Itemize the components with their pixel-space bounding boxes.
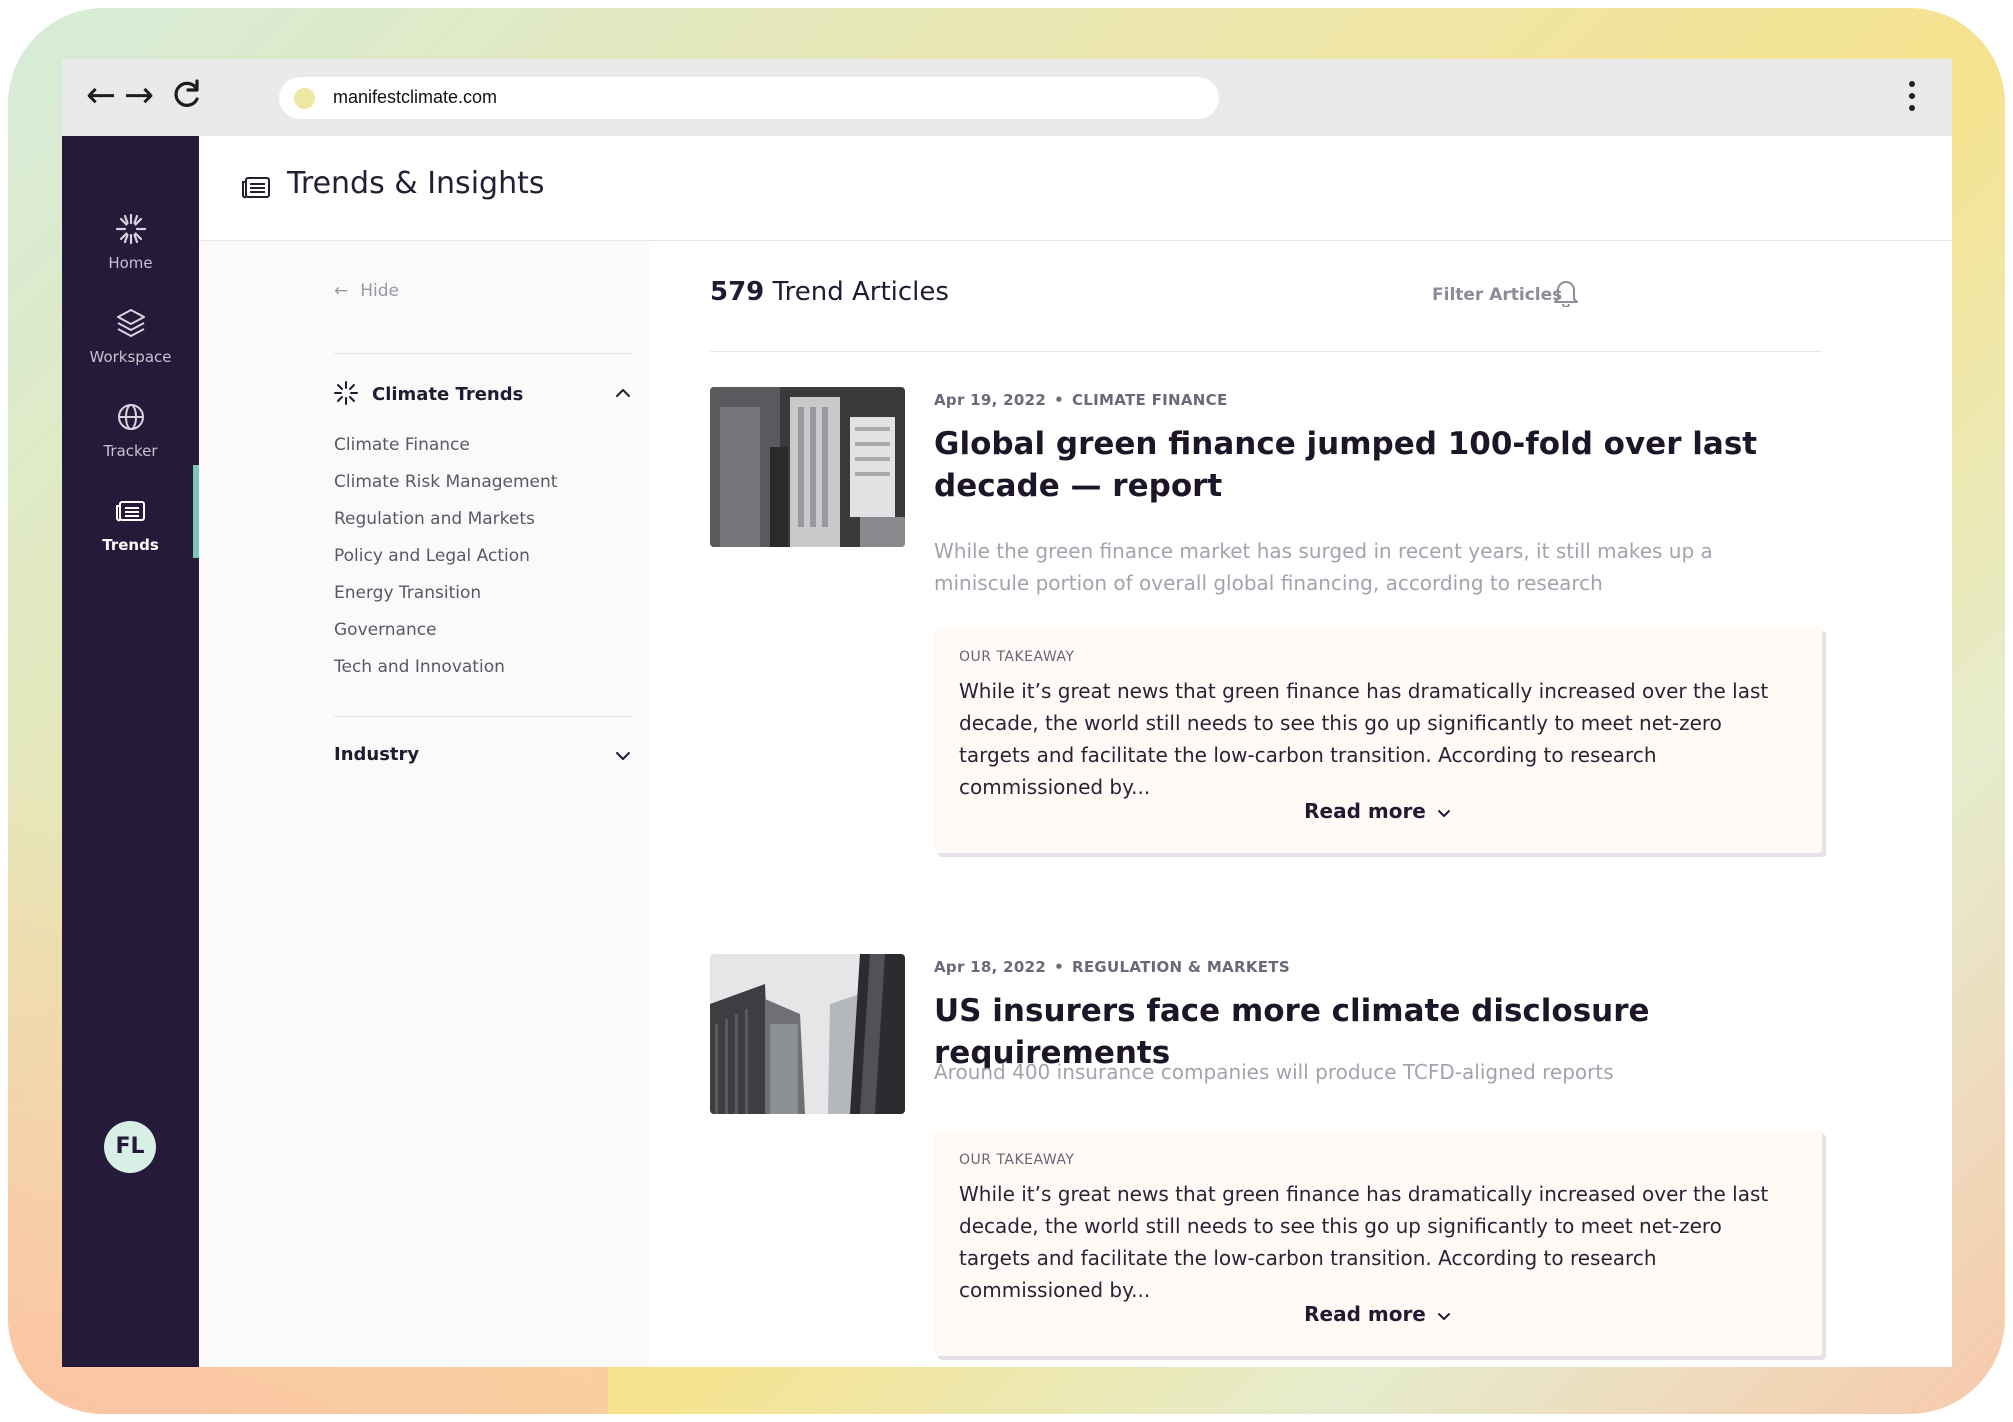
article-meta: Apr 19, 2022 • CLIMATE FINANCE — [934, 391, 1228, 409]
divider — [710, 351, 1822, 352]
article-meta: Apr 18, 2022 • REGULATION & MARKETS — [934, 958, 1290, 976]
sidebar-item-label: Workspace — [89, 348, 172, 366]
article-summary: While the green finance market has surge… — [934, 539, 1713, 595]
climate-trends-toggle[interactable]: Climate Trends — [334, 381, 632, 405]
count-label: Trend Articles — [772, 277, 949, 307]
read-more-button[interactable]: Read more — [934, 799, 1822, 823]
topic-climate-risk-management[interactable]: Climate Risk Management — [334, 472, 557, 492]
article-category[interactable]: REGULATION & MARKETS — [1072, 958, 1290, 976]
arrow-left-icon: ← — [334, 281, 349, 301]
hide-label: Hide — [360, 281, 400, 301]
browser-window: ← → manifestclimate.com Home Workspace T… — [62, 59, 1952, 1367]
sidebar-item-label: Trends — [102, 536, 159, 554]
page-header: Trends & Insights — [199, 136, 1952, 241]
takeaway-box: OUR TAKEAWAY While it’s great news that … — [934, 627, 1822, 853]
industry-toggle[interactable]: Industry — [334, 744, 632, 765]
address-bar[interactable]: manifestclimate.com — [279, 77, 1219, 119]
article-summary: Around 400 insurance companies will prod… — [934, 1060, 1614, 1084]
app-sidebar: Home Workspace Tracker Trends FL — [62, 136, 199, 1367]
article-count: 579 Trend Articles — [710, 277, 949, 307]
site-status-icon — [294, 88, 315, 109]
kebab-menu-icon[interactable] — [1907, 81, 1917, 115]
newspaper-icon — [115, 501, 145, 522]
sidebar-item-workspace[interactable]: Workspace — [62, 306, 199, 366]
sidebar-item-tracker[interactable]: Tracker — [62, 400, 199, 460]
chevron-down-icon — [1437, 1312, 1450, 1320]
avatar[interactable]: FL — [104, 1121, 156, 1173]
chevron-down-icon — [1437, 809, 1450, 817]
article-date: Apr 19, 2022 — [934, 391, 1047, 409]
topic-regulation-and-markets[interactable]: Regulation and Markets — [334, 509, 535, 529]
industry-label: Industry — [334, 744, 420, 765]
topic-energy-transition[interactable]: Energy Transition — [334, 583, 481, 603]
takeaway-text: While it’s great news that green finance… — [959, 679, 1769, 799]
chevron-down-icon[interactable] — [614, 747, 632, 765]
divider — [334, 353, 632, 354]
takeaway-label: OUR TAKEAWAY — [959, 1152, 1075, 1168]
sun-burst-icon — [115, 213, 146, 245]
sun-burst-icon — [334, 381, 358, 405]
count-number: 579 — [710, 277, 765, 307]
globe-icon — [117, 404, 144, 430]
takeaway-label: OUR TAKEAWAY — [959, 649, 1075, 665]
articles-content: 579 Trend Articles Filter Articles Apr 1… — [649, 241, 1952, 1367]
back-arrow-icon[interactable]: ← — [86, 73, 116, 119]
topic-climate-finance[interactable]: Climate Finance — [334, 435, 470, 455]
takeaway-box: OUR TAKEAWAY While it’s great news that … — [934, 1130, 1822, 1356]
takeaway-text: While it’s great news that green finance… — [959, 1182, 1769, 1302]
layers-icon — [116, 309, 145, 337]
article-date: Apr 18, 2022 — [934, 958, 1047, 976]
sidebar-item-label: Tracker — [103, 442, 158, 460]
divider — [334, 716, 632, 717]
article-category[interactable]: CLIMATE FINANCE — [1072, 391, 1228, 409]
read-more-button[interactable]: Read more — [934, 1302, 1822, 1326]
article-thumbnail[interactable] — [710, 954, 905, 1114]
sidebar-item-trends[interactable]: Trends — [62, 494, 199, 554]
article-thumbnail[interactable] — [710, 387, 905, 547]
read-more-label: Read more — [1304, 799, 1426, 823]
article-title[interactable]: Global green finance jumped 100-fold ove… — [934, 423, 1774, 507]
forward-arrow-icon[interactable]: → — [124, 73, 154, 119]
sidebar-item-home[interactable]: Home — [62, 212, 199, 272]
read-more-label: Read more — [1304, 1302, 1426, 1326]
hide-filters-button[interactable]: ← Hide — [334, 281, 399, 301]
browser-toolbar: ← → manifestclimate.com — [62, 59, 1952, 136]
topic-governance[interactable]: Governance — [334, 620, 437, 640]
chevron-up-icon[interactable] — [614, 384, 632, 402]
bell-icon[interactable] — [1552, 277, 1580, 307]
reload-icon[interactable] — [170, 79, 202, 117]
climate-trends-label: Climate Trends — [372, 384, 524, 405]
filter-articles-button[interactable]: Filter Articles — [1432, 285, 1562, 305]
newspaper-icon — [242, 177, 270, 199]
sidebar-item-label: Home — [108, 254, 153, 272]
page-title: Trends & Insights — [287, 166, 545, 201]
topic-policy-and-legal-action[interactable]: Policy and Legal Action — [334, 546, 530, 566]
filter-panel: ← Hide Climate Trends Climate Finance Cli… — [199, 241, 649, 1367]
topic-tech-and-innovation[interactable]: Tech and Innovation — [334, 657, 505, 677]
url-text: manifestclimate.com — [333, 87, 498, 107]
